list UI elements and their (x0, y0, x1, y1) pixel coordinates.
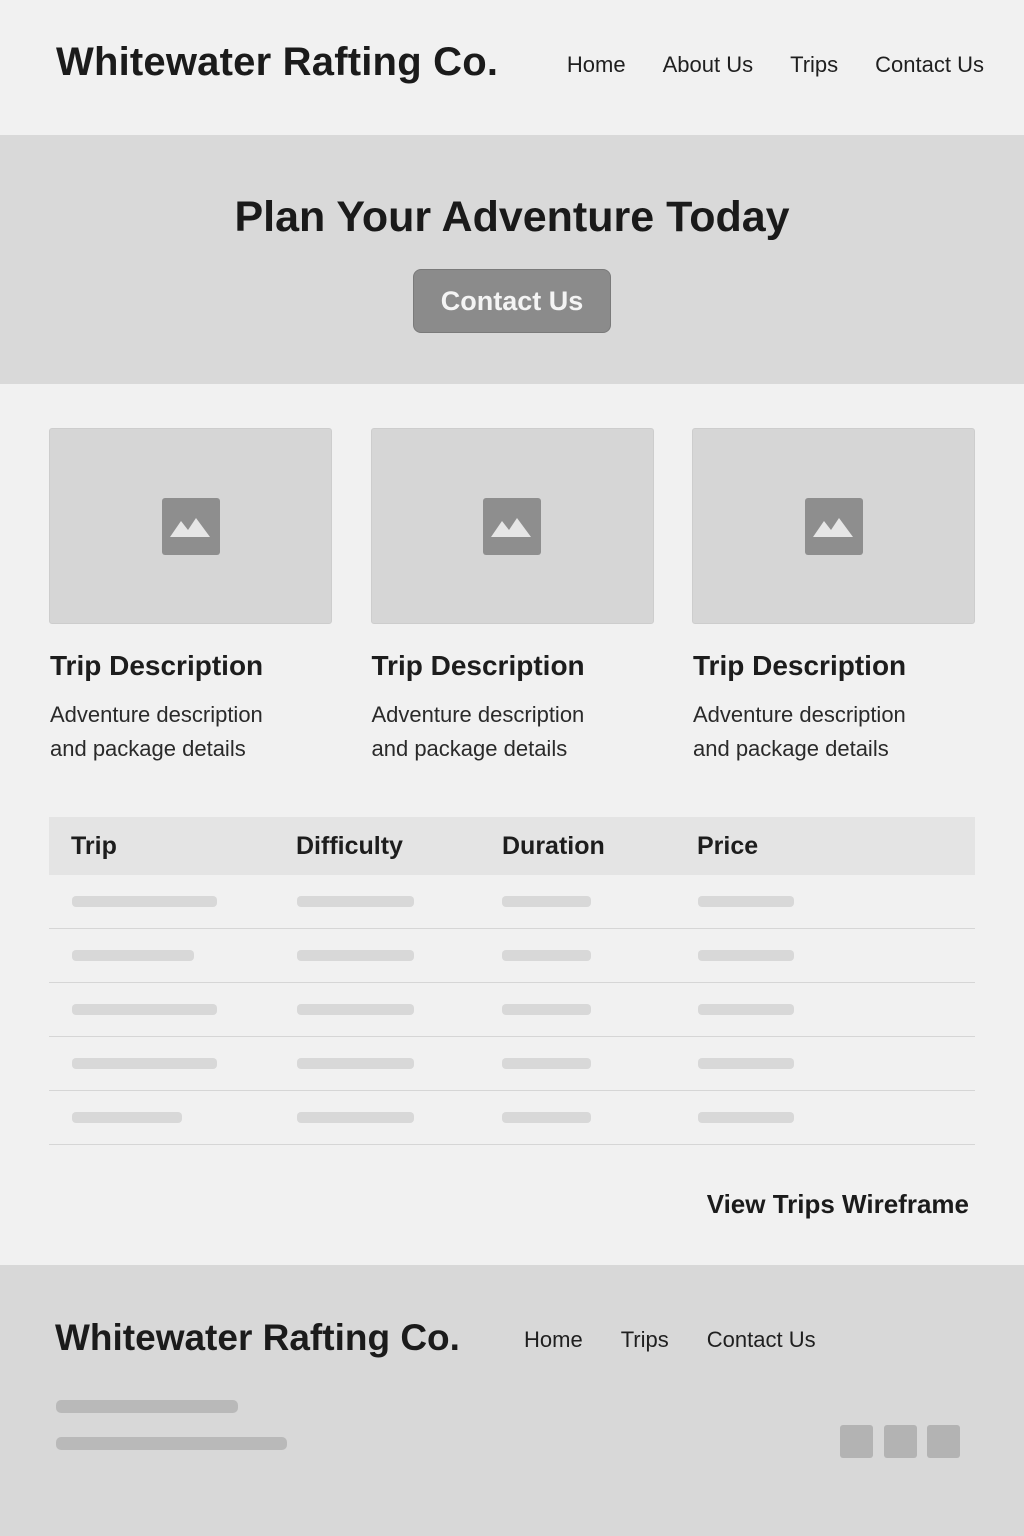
placeholder-text-bar (297, 896, 414, 907)
placeholder-text-bar (72, 1112, 182, 1123)
image-placeholder-icon (483, 497, 541, 555)
placeholder-text-bar (72, 950, 194, 961)
hero-title: Plan Your Adventure Today (234, 193, 790, 241)
nav-about-us[interactable]: About Us (663, 52, 754, 78)
card-title: Trip Description (50, 650, 264, 681)
site-footer: Whitewater Rafting Co. Home Trips Contac… (0, 1265, 1024, 1536)
main-nav: Home About Us Trips Contact Us (567, 52, 984, 78)
site-header: Whitewater Rafting Co. Home About Us Tri… (0, 0, 1024, 135)
placeholder-text-bar (297, 1004, 414, 1015)
image-placeholder-icon (804, 497, 863, 555)
table-header-row: Trip Difficulty Duration Price (49, 817, 975, 875)
card-image-placeholder (692, 428, 975, 624)
placeholder-text-bar (502, 950, 591, 961)
placeholder-text-bar (502, 1058, 591, 1069)
footer-brand[interactable]: Whitewater Rafting Co. (55, 1317, 460, 1359)
placeholder-text-bar (72, 896, 217, 907)
card-description: Adventure description and package detail… (50, 702, 263, 761)
image-placeholder-icon (161, 497, 220, 555)
card-description: Adventure description and package detail… (693, 702, 906, 761)
trips-table: Trip Difficulty Duration Price (49, 817, 975, 1145)
nav-contact-us[interactable]: Contact Us (875, 52, 984, 78)
brand-logo-text[interactable]: Whitewater Rafting Co. (56, 40, 498, 85)
column-header-difficulty[interactable]: Difficulty (296, 832, 403, 861)
placeholder-text-bar (698, 1004, 794, 1015)
footer-placeholder-text (56, 1400, 238, 1413)
table-row[interactable] (49, 983, 975, 1037)
footer-nav-home[interactable]: Home (524, 1327, 583, 1353)
column-header-price[interactable]: Price (697, 832, 758, 861)
placeholder-text-bar (297, 1058, 414, 1069)
table-row[interactable] (49, 1037, 975, 1091)
placeholder-text-bar (502, 896, 591, 907)
card-image-placeholder (49, 428, 332, 624)
card-title: Trip Description (693, 650, 907, 681)
column-header-duration[interactable]: Duration (502, 832, 605, 861)
view-trips-link[interactable]: View Trips Wireframe (707, 1189, 969, 1220)
placeholder-text-bar (698, 1058, 794, 1069)
placeholder-text-bar (297, 1112, 414, 1123)
placeholder-text-bar (502, 1004, 591, 1015)
card-image-placeholder (370, 428, 654, 624)
placeholder-text-bar (297, 950, 414, 961)
footer-nav-contact-us[interactable]: Contact Us (707, 1327, 816, 1353)
table-row[interactable] (49, 1091, 975, 1145)
contact-us-button[interactable]: Contact Us (413, 269, 611, 333)
footer-nav-trips[interactable]: Trips (621, 1327, 669, 1353)
trip-card[interactable]: Trip Description Adventure description a… (370, 428, 654, 766)
social-icon[interactable] (927, 1425, 960, 1458)
trip-card[interactable]: Trip Description Adventure description a… (49, 428, 332, 766)
nav-home[interactable]: Home (567, 52, 626, 78)
social-icon[interactable] (884, 1425, 917, 1458)
nav-trips[interactable]: Trips (790, 52, 838, 78)
hero-section: Plan Your Adventure Today Contact Us (0, 135, 1024, 384)
placeholder-text-bar (698, 950, 794, 961)
placeholder-text-bar (72, 1058, 217, 1069)
table-row[interactable] (49, 875, 975, 929)
table-row[interactable] (49, 929, 975, 983)
footer-nav: Home Trips Contact Us (524, 1327, 816, 1353)
card-title: Trip Description (371, 650, 585, 681)
placeholder-text-bar (72, 1004, 217, 1015)
placeholder-text-bar (502, 1112, 591, 1123)
placeholder-text-bar (698, 1112, 794, 1123)
footer-placeholder-text (56, 1437, 287, 1450)
placeholder-text-bar (698, 896, 794, 907)
trip-cards: Trip Description Adventure description a… (49, 428, 975, 766)
trip-card[interactable]: Trip Description Adventure description a… (692, 428, 975, 766)
social-icon[interactable] (840, 1425, 873, 1458)
column-header-trip[interactable]: Trip (71, 832, 117, 861)
card-description: Adventure description and package detail… (371, 702, 585, 761)
